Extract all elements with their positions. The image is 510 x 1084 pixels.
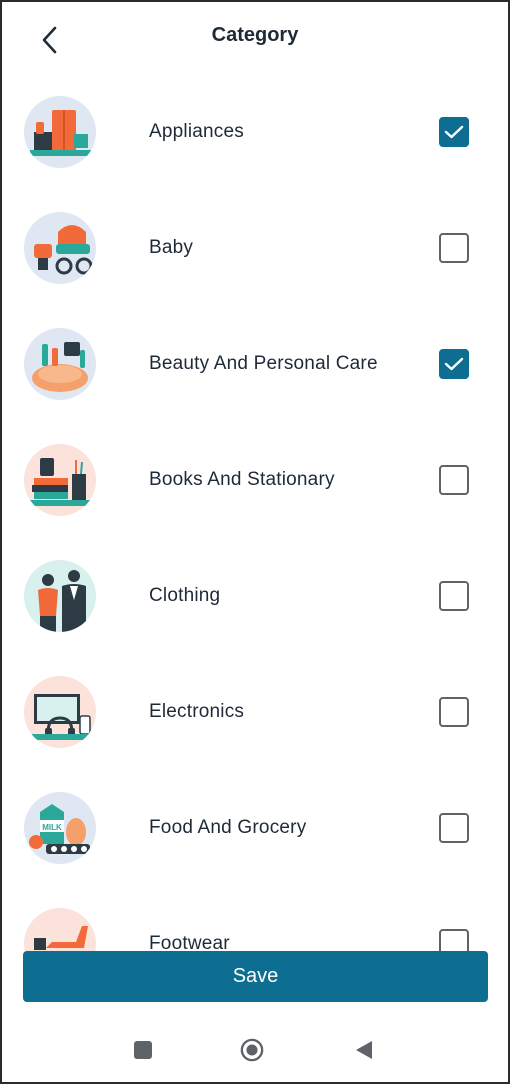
category-checkbox[interactable] bbox=[439, 813, 469, 843]
clothing-illustration-icon bbox=[24, 560, 96, 632]
list-item[interactable]: Electronics bbox=[2, 654, 508, 770]
list-item[interactable]: Clothing bbox=[2, 538, 508, 654]
category-label: Beauty And Personal Care bbox=[149, 353, 378, 374]
category-checkbox[interactable] bbox=[439, 581, 469, 611]
list-item[interactable]: MILK Food And Grocery bbox=[2, 770, 508, 886]
save-button[interactable]: Save bbox=[23, 951, 488, 1002]
beauty-illustration-icon bbox=[24, 328, 96, 400]
category-checkbox[interactable] bbox=[439, 929, 469, 952]
category-label: Food And Grocery bbox=[149, 817, 307, 838]
baby-illustration-icon bbox=[24, 212, 96, 284]
electronics-illustration-icon bbox=[24, 676, 96, 748]
list-item[interactable]: Books And Stationary bbox=[2, 422, 508, 538]
category-checkbox[interactable] bbox=[439, 465, 469, 495]
appliances-illustration-icon bbox=[24, 96, 96, 168]
category-list[interactable]: Appliances Baby Beauty And Personal Care… bbox=[2, 74, 508, 952]
grocery-illustration-icon: MILK bbox=[24, 792, 96, 864]
category-checkbox[interactable] bbox=[439, 697, 469, 727]
checkmark-icon bbox=[444, 357, 464, 371]
category-label: Books And Stationary bbox=[149, 469, 335, 490]
category-label: Footwear bbox=[149, 933, 230, 952]
circle-home-icon bbox=[240, 1038, 264, 1062]
nav-back-button[interactable] bbox=[352, 1038, 376, 1062]
svg-text:MILK: MILK bbox=[42, 823, 62, 832]
category-checkbox[interactable] bbox=[439, 233, 469, 263]
recents-button[interactable] bbox=[131, 1038, 155, 1062]
app-header: Category bbox=[2, 2, 508, 74]
square-icon bbox=[134, 1041, 152, 1059]
screen: Category Appliances Baby Beauty And Pers… bbox=[0, 0, 510, 1084]
category-label: Clothing bbox=[149, 585, 221, 606]
category-label: Electronics bbox=[149, 701, 245, 722]
checkmark-icon bbox=[444, 125, 464, 139]
list-item[interactable]: Footwear bbox=[2, 886, 508, 952]
triangle-back-icon bbox=[356, 1041, 372, 1059]
list-item[interactable]: Appliances bbox=[2, 74, 508, 190]
category-label: Baby bbox=[149, 237, 194, 258]
list-item[interactable]: Beauty And Personal Care bbox=[2, 306, 508, 422]
page-title: Category bbox=[211, 24, 299, 46]
footwear-illustration-icon bbox=[24, 908, 96, 952]
category-checkbox[interactable] bbox=[439, 349, 469, 379]
home-button[interactable] bbox=[240, 1038, 264, 1062]
books-illustration-icon bbox=[24, 444, 96, 516]
list-item[interactable]: Baby bbox=[2, 190, 508, 306]
system-nav-bar bbox=[2, 1012, 508, 1082]
category-label: Appliances bbox=[149, 121, 244, 142]
category-checkbox[interactable] bbox=[439, 117, 469, 147]
